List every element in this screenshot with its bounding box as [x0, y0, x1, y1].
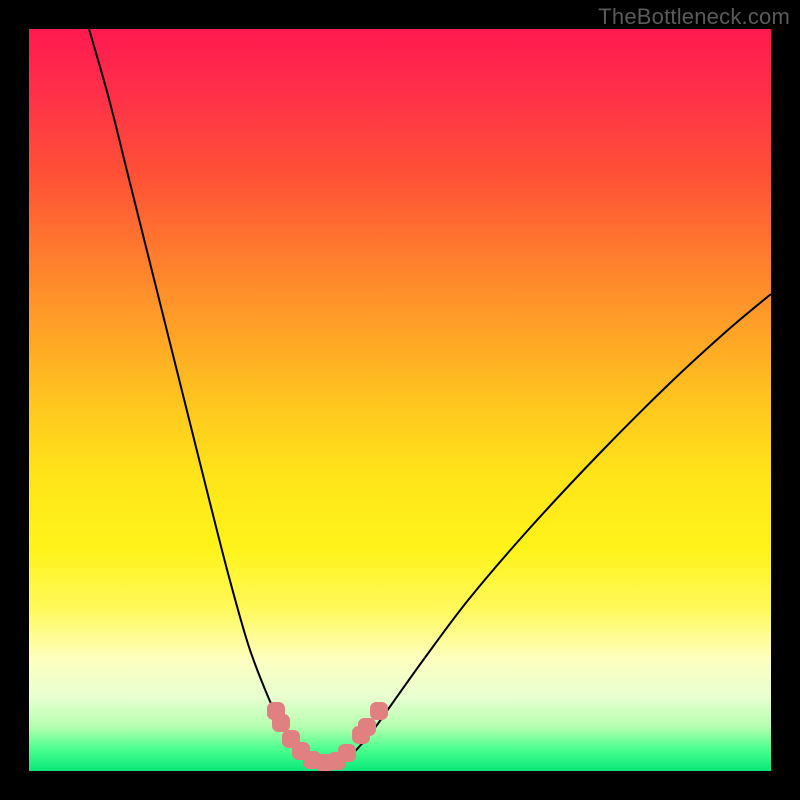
chart-frame	[29, 29, 771, 771]
watermark-text: TheBottleneck.com	[598, 4, 790, 30]
marker-dot	[358, 718, 376, 736]
marker-dot	[338, 744, 356, 762]
marker-dot	[370, 702, 388, 720]
curve-right-branch	[347, 294, 771, 759]
markers-group	[267, 702, 388, 771]
chart-svg	[29, 29, 771, 771]
marker-dot	[272, 714, 290, 732]
curve-left-branch	[89, 29, 309, 759]
